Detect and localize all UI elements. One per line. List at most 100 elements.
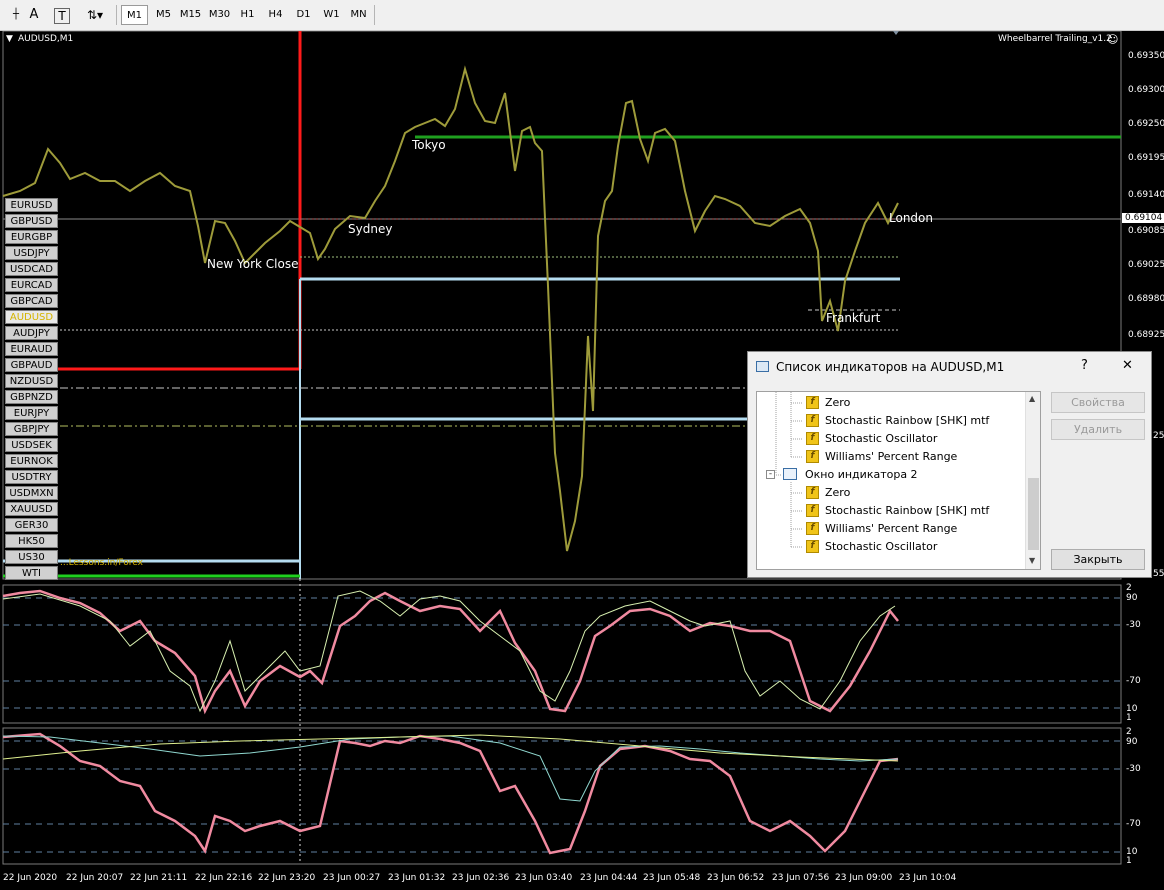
osc1-light — [2, 590, 896, 713]
indicator-icon: f — [806, 504, 819, 517]
arrows-tool-icon[interactable]: ⇅▾ — [84, 5, 106, 25]
indicator-icon: f — [806, 540, 819, 553]
pair-button-gbpusd[interactable]: GBPUSD — [5, 214, 58, 228]
indicator-icon: f — [806, 522, 819, 535]
pair-button-eurgbp[interactable]: EURGBP — [5, 230, 58, 244]
tf-h4[interactable]: H4 — [262, 5, 289, 25]
time-tick: 22 Jun 2020 — [3, 873, 58, 883]
toolbar-separator — [116, 5, 117, 25]
price-tick: 0.68980 — [1128, 294, 1164, 304]
time-tick: 23 Jun 09:00 — [835, 873, 893, 883]
pair-button-eurnok[interactable]: EURNOK — [5, 454, 58, 468]
pair-button-us30[interactable]: US30 — [5, 550, 58, 564]
time-tick: 23 Jun 01:32 — [388, 873, 446, 883]
osc2-pink — [2, 732, 899, 855]
scrollbar-thumb[interactable] — [1028, 478, 1039, 550]
indicator-icon: f — [806, 450, 819, 463]
tree-item-indicator-window-2[interactable]: Окно индикатора 2 — [805, 468, 918, 481]
price-tick: 25 — [1153, 431, 1164, 441]
session-label-tokyo: Tokyo — [412, 138, 446, 152]
price-tick: 0.69195 — [1128, 153, 1164, 163]
ind2-level-label: 2 — [1126, 727, 1132, 737]
expert-advisor-label: Wheelbarrel Trailing_v1.2 — [998, 34, 1112, 44]
ind1-level-label: 90 — [1126, 593, 1138, 603]
pair-button-eurcad[interactable]: EURCAD — [5, 278, 58, 292]
time-tick: 23 Jun 04:44 — [580, 873, 638, 883]
tree-item-zero[interactable]: Zero — [825, 396, 850, 409]
tf-h1[interactable]: H1 — [234, 5, 261, 25]
pair-button-audjpy[interactable]: AUDJPY — [5, 326, 58, 340]
tree-item-williams-percent-range[interactable]: Williams' Percent Range — [825, 450, 957, 463]
help-button[interactable]: ? — [1081, 358, 1088, 373]
scroll-up-icon[interactable]: ▲ — [1029, 394, 1035, 403]
tree-item-stochastic-rainbow[interactable]: Stochastic Rainbow [SHK] mtf — [825, 414, 989, 427]
chart-menu-icon[interactable]: ▼ — [6, 34, 13, 44]
price-tick: 0.69085 — [1128, 226, 1164, 236]
time-tick: 23 Jun 06:52 — [707, 873, 765, 883]
tf-mn[interactable]: MN — [345, 5, 372, 25]
tf-w1[interactable]: W1 — [318, 5, 345, 25]
pair-button-audusd[interactable]: AUDUSD — [5, 310, 58, 324]
price-tick: 0.69300 — [1128, 85, 1164, 95]
pair-button-wti[interactable]: WTI — [5, 566, 58, 580]
delete-button[interactable]: Удалить — [1051, 419, 1145, 440]
tree-item-stochastic-rainbow[interactable]: Stochastic Rainbow [SHK] mtf — [825, 504, 989, 517]
time-tick: 22 Jun 22:16 — [195, 873, 253, 883]
tree-item-stochastic-oscillator[interactable]: Stochastic Oscillator — [825, 432, 937, 445]
pair-button-usdtry[interactable]: USDTRY — [5, 470, 58, 484]
tree-item-stochastic-oscillator[interactable]: Stochastic Oscillator — [825, 540, 937, 553]
price-tick: 0.69140 — [1128, 190, 1164, 200]
indicator-icon: f — [806, 432, 819, 445]
indicator-tree[interactable]: f Zero f Stochastic Rainbow [SHK] mtf f … — [756, 391, 1041, 570]
indicator-icon: f — [806, 414, 819, 427]
pair-button-gbpjpy[interactable]: GBPJPY — [5, 422, 58, 436]
indicators-list-dialog[interactable]: Список индикаторов на AUDUSD,M1 ? ✕ f Ze… — [747, 351, 1152, 578]
tf-m1[interactable]: M1 — [121, 5, 148, 25]
pair-button-usdcad[interactable]: USDCAD — [5, 262, 58, 276]
pair-button-gbpcad[interactable]: GBPCAD — [5, 294, 58, 308]
price-tick: 0.68925 — [1128, 330, 1164, 340]
text-tool-button[interactable]: A — [28, 5, 40, 25]
indicator-icon: f — [806, 396, 819, 409]
pair-button-gbpaud[interactable]: GBPAUD — [5, 358, 58, 372]
collapse-toggle-icon[interactable]: - — [766, 470, 775, 479]
time-tick: 23 Jun 02:36 — [452, 873, 510, 883]
pair-button-usdsek[interactable]: USDSEK — [5, 438, 58, 452]
tree-item-williams-percent-range[interactable]: Williams' Percent Range — [825, 522, 957, 535]
ind2-level-label: -70 — [1126, 819, 1141, 829]
tree-scrollbar[interactable]: ▲ ▼ — [1025, 392, 1040, 569]
time-tick: 22 Jun 20:07 — [66, 873, 124, 883]
close-icon[interactable]: ✕ — [1122, 358, 1133, 373]
tf-m15[interactable]: M15 — [177, 5, 204, 25]
ind1-level-label: -30 — [1126, 620, 1141, 630]
tree-item-zero[interactable]: Zero — [825, 486, 850, 499]
time-tick: 22 Jun 23:20 — [258, 873, 316, 883]
pair-button-usdjpy[interactable]: USDJPY — [5, 246, 58, 260]
properties-button[interactable]: Свойства — [1051, 392, 1145, 413]
tf-d1[interactable]: D1 — [290, 5, 317, 25]
close-button[interactable]: Закрыть — [1051, 549, 1145, 570]
pair-button-xauusd[interactable]: XAUUSD — [5, 502, 58, 516]
ind1-level-label: -70 — [1126, 676, 1141, 686]
toolbar: ┼ A T ⇅▾ M1 M5 M15 M30 H1 H4 D1 W1 MN — [0, 0, 1164, 31]
pair-button-eurusd[interactable]: EURUSD — [5, 198, 58, 212]
pair-button-euraud[interactable]: EURAUD — [5, 342, 58, 356]
pair-button-eurjpy[interactable]: EURJPY — [5, 406, 58, 420]
pair-button-nzdusd[interactable]: NZDUSD — [5, 374, 58, 388]
shift-marker-icon — [893, 31, 899, 35]
text-label-tool-button[interactable]: T — [54, 8, 70, 24]
tf-m30[interactable]: M30 — [206, 5, 233, 25]
session-label-new-york-close: New York Close — [207, 257, 299, 271]
ind2-level-label: 90 — [1126, 737, 1138, 747]
tf-m5[interactable]: M5 — [150, 5, 177, 25]
scroll-down-icon[interactable]: ▼ — [1029, 556, 1035, 565]
pair-button-gbpnzd[interactable]: GBPNZD — [5, 390, 58, 404]
toolbar-separator — [374, 5, 375, 25]
dialog-title: Список индикаторов на AUDUSD,M1 — [776, 360, 1005, 374]
crosshair-tool-icon[interactable]: ┼ — [6, 5, 26, 25]
pair-button-hk50[interactable]: HK50 — [5, 534, 58, 548]
pair-button-usdmxn[interactable]: USDMXN — [5, 486, 58, 500]
time-tick: 23 Jun 00:27 — [323, 873, 381, 883]
smiley-icon: ☺ — [1107, 33, 1119, 46]
pair-button-ger30[interactable]: GER30 — [5, 518, 58, 532]
